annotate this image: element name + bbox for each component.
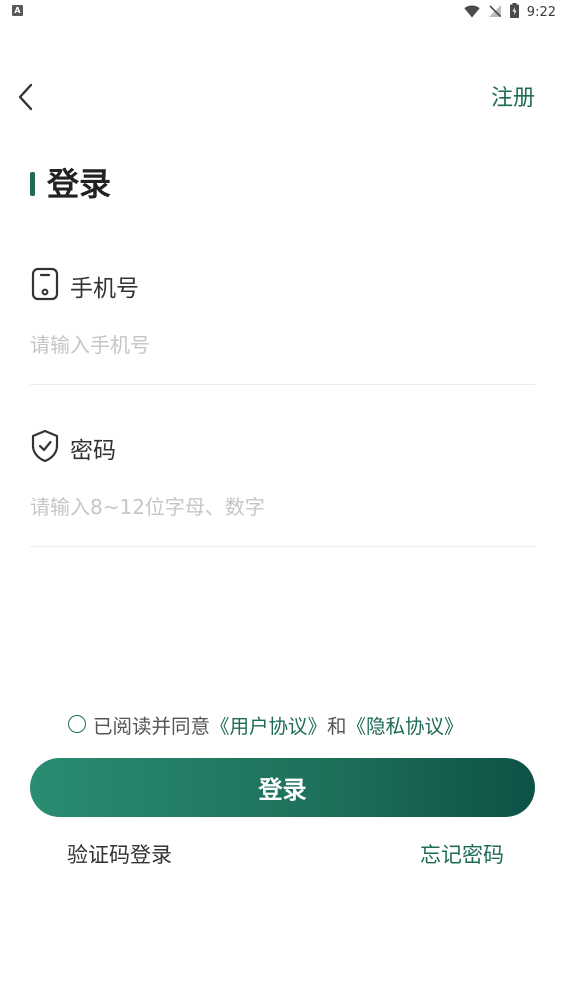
battery-icon xyxy=(509,2,519,22)
agreement-conjunction: 和 xyxy=(327,714,347,738)
login-button[interactable]: 登录 xyxy=(30,758,535,817)
status-icons: 9:22 xyxy=(464,2,556,22)
register-link[interactable]: 注册 xyxy=(491,84,535,114)
status-time: 9:22 xyxy=(526,4,556,20)
back-button[interactable] xyxy=(10,82,42,116)
page-title: 登录 xyxy=(47,165,112,203)
privacy-policy-link[interactable]: 《隐私协议》 xyxy=(347,710,464,739)
phone-field-label-row: 手机号 xyxy=(30,267,139,305)
agreement-prefix: 已阅读并同意 xyxy=(93,714,211,738)
no-signal-icon xyxy=(488,3,502,22)
user-agreement-link[interactable]: 《用户协议》 xyxy=(210,710,327,739)
password-input[interactable] xyxy=(30,487,534,527)
chevron-left-icon xyxy=(17,83,35,115)
password-divider xyxy=(30,546,535,547)
forgot-password-link[interactable]: 忘记密码 xyxy=(420,840,504,870)
shield-check-icon xyxy=(30,429,60,467)
phone-divider xyxy=(30,384,535,385)
sms-login-link[interactable]: 验证码登录 xyxy=(67,840,172,870)
password-field-label: 密码 xyxy=(70,438,116,464)
phone-field-label: 手机号 xyxy=(70,276,139,302)
phone-input[interactable] xyxy=(30,325,534,365)
status-bar: A 9:22 xyxy=(0,0,564,24)
notification-a-icon: A xyxy=(12,5,23,16)
agreement-radio[interactable] xyxy=(68,715,86,733)
wifi-icon xyxy=(464,3,480,22)
title-accent-bar xyxy=(30,172,35,196)
phone-icon xyxy=(30,267,60,305)
password-field-label-row: 密码 xyxy=(30,429,116,467)
agreement-row: 已阅读并同意 《用户协议》 和 《隐私协议》 xyxy=(68,709,464,739)
